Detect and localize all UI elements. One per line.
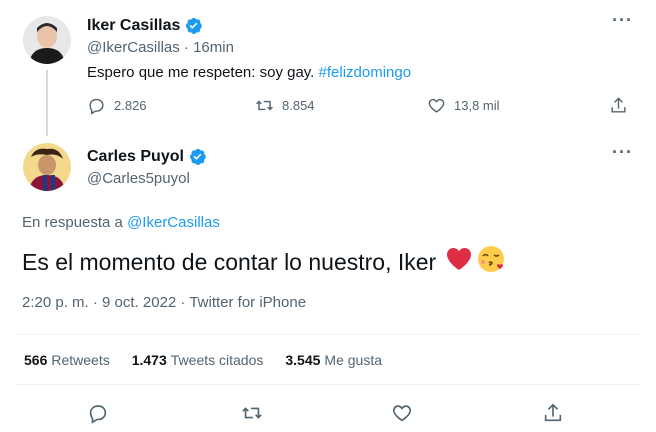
reply-mention-link[interactable]: @IkerCasillas: [127, 214, 220, 231]
divider: [16, 334, 640, 335]
parent-handle[interactable]: @IkerCasillas: [87, 39, 180, 56]
parent-share-action[interactable]: [609, 96, 628, 115]
main-handle[interactable]: @Carles5puyol: [87, 170, 190, 187]
parent-author-name[interactable]: Iker Casillas: [87, 17, 180, 35]
reply-button[interactable]: [87, 402, 109, 424]
reply-icon: [89, 405, 107, 424]
retweet-button[interactable]: [241, 402, 263, 424]
share-icon: [544, 403, 562, 422]
likes-stat[interactable]: 3.545 Me gusta: [285, 352, 382, 368]
main-text-body: Es el momento de contar lo nuestro, Iker: [22, 248, 437, 275]
main-author-name[interactable]: Carles Puyol: [87, 148, 184, 166]
parent-retweet-count: 8.854: [282, 98, 315, 113]
avatar-iker[interactable]: [23, 16, 71, 64]
face-blowing-kiss-icon: [476, 244, 506, 280]
heart-icon: [392, 405, 412, 422]
red-heart-icon: [446, 247, 472, 277]
divider: [16, 384, 640, 385]
retweets-stat[interactable]: 566 Retweets: [24, 352, 110, 368]
retweet-icon: [256, 100, 273, 111]
parent-like-action[interactable]: 13,8 mil: [427, 96, 500, 115]
share-icon: [611, 97, 626, 113]
heart-icon: [428, 98, 445, 113]
verified-badge-icon: [188, 147, 207, 166]
parent-time[interactable]: · 16min: [184, 39, 234, 56]
more-options-icon[interactable]: ···: [612, 142, 633, 163]
avatar-puyol[interactable]: [23, 143, 71, 191]
more-options-icon[interactable]: ···: [612, 10, 633, 31]
parent-retweet-action[interactable]: 8.854: [255, 96, 315, 115]
main-author-row: Carles Puyol: [87, 147, 207, 166]
parent-tweet-text: Espero que me respeten: soy gay. #felizd…: [87, 64, 411, 81]
main-tweet-text: Es el momento de contar lo nuestro, Iker: [22, 244, 506, 280]
parent-reply-count: 2.826: [114, 98, 147, 113]
parent-reply-action[interactable]: 2.826: [87, 96, 147, 115]
parent-text-body: Espero que me respeten: soy gay.: [87, 64, 319, 81]
parent-author-row: Iker Casillas: [87, 16, 203, 35]
verified-badge-icon: [184, 16, 203, 35]
like-button[interactable]: [391, 402, 413, 424]
share-button[interactable]: [542, 402, 564, 424]
retweet-icon: [242, 407, 262, 419]
reply-context: En respuesta a @IkerCasillas: [22, 214, 220, 231]
quotes-stat[interactable]: 1.473 Tweets citados: [132, 352, 264, 368]
engagement-stats: 566 Retweets 1.473 Tweets citados 3.545 Me …: [24, 352, 382, 368]
reply-prefix: En respuesta a: [22, 214, 128, 231]
hashtag-link[interactable]: #felizdomingo: [319, 64, 412, 81]
thread-connector: [46, 70, 48, 136]
parent-like-count: 13,8 mil: [454, 98, 500, 113]
reply-icon: [89, 98, 104, 115]
parent-handle-row: @IkerCasillas · 16min: [87, 39, 234, 56]
tweet-timestamp[interactable]: 2:20 p. m. · 9 oct. 2022 · Twitter for i…: [22, 294, 306, 311]
